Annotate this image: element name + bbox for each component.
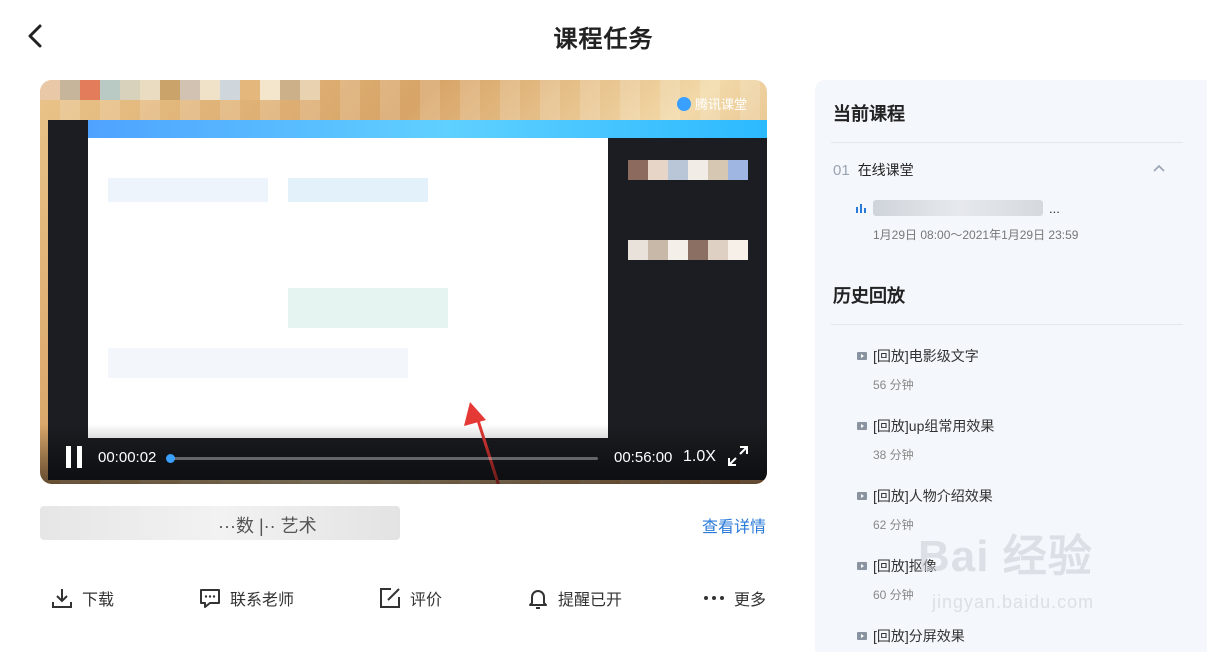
divider: [831, 324, 1183, 325]
more-button[interactable]: 更多: [702, 580, 766, 616]
video-camera-icon: [857, 632, 867, 640]
edit-icon: [380, 588, 400, 608]
live-lesson-title-blurred: [873, 200, 1043, 216]
play-icon: [676, 96, 691, 111]
replay-title: [回放]分屏效果: [873, 628, 965, 644]
current-course-title: 当前课程: [833, 104, 905, 124]
live-lesson-time: 1月29日 08:00～2021年1月29日 23:59: [873, 228, 1079, 242]
current-time: 00:00:02: [98, 449, 157, 466]
bell-icon: [529, 590, 547, 609]
replay-item[interactable]: [回放]人物介绍效果 62 分钟: [857, 486, 1177, 533]
replay-title: [回放]人物介绍效果: [873, 488, 993, 504]
course-title-fragment: ···数 |·· 艺术: [218, 516, 317, 536]
video-camera-icon: [857, 492, 867, 500]
top-bar: 课程任务: [0, 0, 1207, 72]
contact-teacher-button[interactable]: 联系老师: [198, 580, 294, 616]
download-button[interactable]: 下载: [50, 580, 114, 616]
live-bars-icon: [856, 204, 866, 213]
reminder-button[interactable]: 提醒已开: [526, 580, 622, 616]
more-label: 更多: [734, 592, 767, 609]
contact-teacher-label: 联系老师: [230, 592, 295, 609]
replay-item[interactable]: [回放]分屏效果: [857, 626, 1177, 646]
view-details-link[interactable]: 查看详情: [702, 513, 766, 537]
screen-header-bar: [88, 120, 767, 138]
chevron-up-icon[interactable]: [1151, 160, 1167, 176]
progress-bar[interactable]: [166, 454, 598, 463]
brand-label: 腾讯课堂: [694, 97, 747, 112]
replay-title: [回放]up组常用效果: [873, 418, 995, 434]
review-label: 评价: [410, 592, 443, 609]
replay-item[interactable]: [回放]电影级文字 56 分钟: [857, 346, 1177, 393]
speed-button[interactable]: 1.0X: [683, 448, 716, 466]
pixelated-strip: [628, 160, 748, 180]
video-camera-icon: [857, 422, 867, 430]
pixelated-strip: [628, 240, 748, 260]
replay-item[interactable]: [回放]up组常用效果 38 分钟: [857, 416, 1177, 463]
chapter-number: 01: [833, 161, 850, 179]
page-title: 课程任务: [553, 25, 654, 53]
video-player[interactable]: 腾讯课堂 00:00:02 00:56:00 1.0X: [40, 80, 767, 484]
replay-title: [回放]电影级文字: [873, 348, 979, 364]
live-lesson-item[interactable]: ... 1月29日 08:00～2021年1月29日 23:59: [855, 200, 1175, 243]
replay-duration: 62 分钟: [873, 518, 914, 532]
screen-blurred-area: [88, 138, 608, 438]
download-label: 下载: [82, 592, 115, 609]
course-title: ···数 |·· 艺术: [40, 506, 400, 540]
replay-item[interactable]: [回放]抠像 60 分钟: [857, 556, 1177, 603]
video-camera-icon: [857, 352, 867, 360]
chat-icon: [200, 589, 220, 608]
review-button[interactable]: 评价: [378, 580, 442, 616]
total-time: 00:56:00: [614, 449, 673, 466]
brand-tag: 腾讯课堂: [676, 94, 747, 113]
live-lesson-title-suffix: ...: [1049, 200, 1060, 216]
replay-duration: 60 分钟: [873, 588, 914, 602]
divider: [831, 142, 1183, 143]
chapter-header[interactable]: 01 在线课堂: [833, 160, 914, 180]
fullscreen-icon[interactable]: [726, 444, 750, 468]
course-side-panel: 当前课程 01 在线课堂 ... 1月29日 08:00～2021年1月29日 …: [815, 80, 1207, 652]
player-controls: 00:00:02 00:56:00 1.0X: [40, 424, 767, 484]
action-bar: 下载 联系老师 评价 提醒已开 更多: [40, 580, 780, 620]
history-replay-title: 历史回放: [833, 286, 905, 306]
more-dots-icon: [704, 596, 724, 600]
replay-duration: 38 分钟: [873, 448, 914, 462]
back-arrow-icon[interactable]: [22, 22, 50, 50]
download-icon: [52, 589, 72, 608]
chapter-name: 在线课堂: [857, 162, 914, 178]
pixelated-strip: [40, 80, 320, 100]
replay-duration: 56 分钟: [873, 378, 914, 392]
replay-title: [回放]抠像: [873, 558, 937, 574]
progress-knob[interactable]: [166, 454, 175, 463]
reminder-label: 提醒已开: [558, 592, 623, 609]
video-camera-icon: [857, 562, 867, 570]
pause-button[interactable]: [64, 446, 84, 468]
